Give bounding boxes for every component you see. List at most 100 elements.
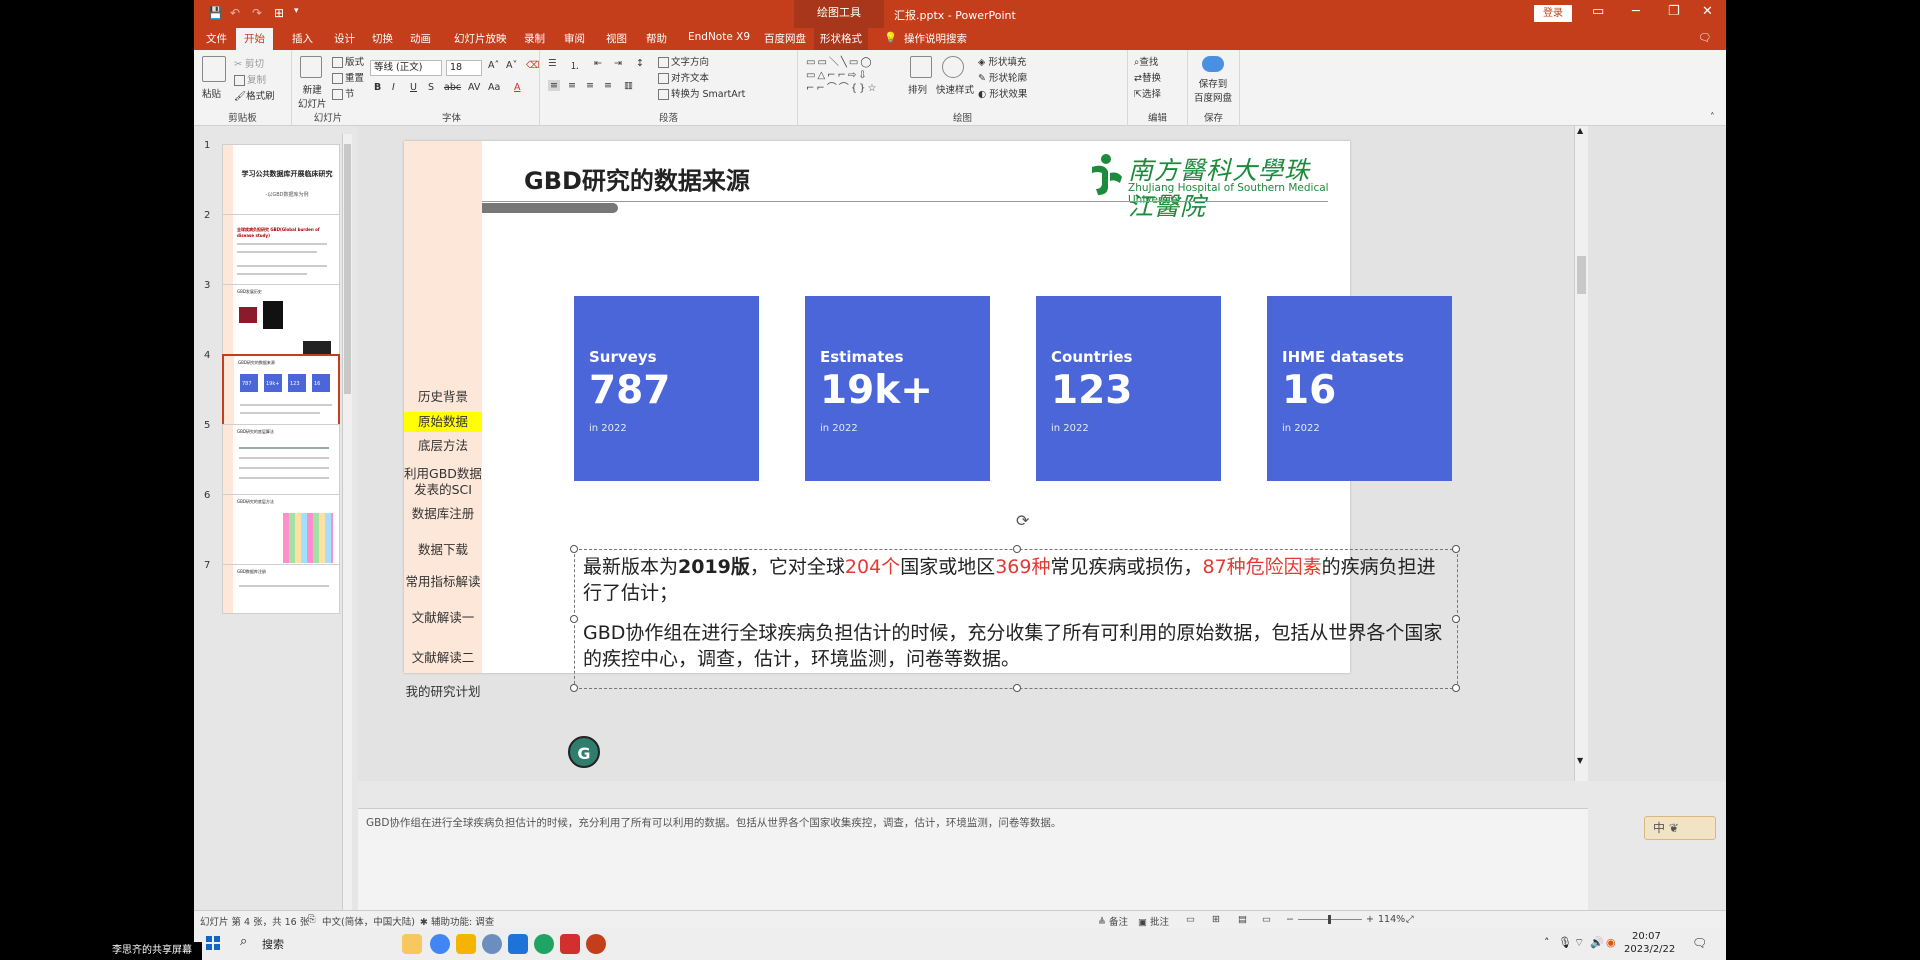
tab-view[interactable]: 视图 [606,31,627,46]
resize-handle[interactable] [570,545,578,553]
underline-icon[interactable]: U [410,82,417,93]
maximize-icon[interactable]: ❐ [1668,4,1680,19]
align-right-icon[interactable]: ≡ [586,80,594,91]
shape-effects-button[interactable]: ◐ 形状效果 [978,86,1027,100]
nav-raw-data[interactable]: 原始数据 [404,412,482,432]
nav-indicators[interactable]: 常用指标解读 [404,574,482,590]
tab-design[interactable]: 设计 [334,31,355,46]
find-button[interactable]: ⌕查找 [1134,54,1158,68]
arrange-icon[interactable] [910,56,932,78]
quick-styles-button[interactable]: 快速样式 [936,82,974,96]
tab-transitions[interactable]: 切换 [372,31,393,46]
smartart-button[interactable]: 转换为 SmartArt [658,86,745,100]
resize-handle[interactable] [1452,545,1460,553]
replace-button[interactable]: ⇄替换 [1134,70,1161,84]
taskbar-time[interactable]: 20:07 [1632,931,1661,942]
notes-toggle[interactable]: ≜ 备注 [1098,914,1128,928]
zoom-level[interactable]: 114% [1378,914,1405,925]
scroll-thumb[interactable] [1577,256,1586,294]
align-left-icon[interactable]: ≡ [548,80,560,91]
notification-icon[interactable]: 🗨 [1692,936,1707,950]
save-to-baidu-button[interactable]: 保存到 百度网盘 [1194,76,1232,104]
shape-outline-button[interactable]: ✎ 形状轮廓 [978,70,1027,84]
resize-handle[interactable] [1013,684,1021,692]
tab-review[interactable]: 审阅 [564,31,585,46]
customize-icon[interactable]: ▾ [294,6,299,16]
tab-record[interactable]: 录制 [524,31,545,46]
resize-handle[interactable] [1452,615,1460,623]
file-explorer-icon[interactable] [456,934,476,954]
thumbnails-scrollbar[interactable] [342,134,352,910]
close-icon[interactable]: ✕ [1702,4,1713,19]
thumbnail-slide-2[interactable]: 全球疾病负担研究 GBD(Global burden of disease st… [222,214,340,294]
tab-baidu[interactable]: 百度网盘 [764,31,806,46]
new-slide-button[interactable]: 新建 幻灯片 [298,82,327,110]
shapes-gallery[interactable]: ▭▭＼╲▭◯ ▭△⌐⌐⇨⇩ ⌐⌐⌒⌒{}☆ [806,56,900,96]
save-icon[interactable]: 💾 [208,6,223,20]
login-button[interactable]: 登录 [1534,5,1572,22]
start-from-beginning-icon[interactable]: ⊞ [274,6,284,20]
mic-icon[interactable]: 🎙 [1558,936,1572,949]
acrobat-icon[interactable] [560,934,580,954]
strikethrough-icon[interactable]: abc [444,82,461,93]
clear-format-icon[interactable]: ⌫ [526,60,539,71]
antivirus-icon[interactable]: ◉ [1606,936,1616,949]
app-r-icon[interactable] [482,934,502,954]
powerpoint-icon[interactable] [586,934,606,954]
slide-sorter-icon[interactable]: ⊞ [1212,914,1220,925]
scroll-thumb[interactable] [344,144,351,394]
collapse-ribbon-icon[interactable]: ˄ [1710,112,1715,123]
paste-button[interactable]: 粘贴 [202,86,221,100]
comments-icon[interactable]: 🗨 [1698,31,1711,44]
arrange-button[interactable]: 排列 [908,82,927,96]
layout-button[interactable]: 版式 [332,54,364,68]
italic-icon[interactable]: I [392,82,395,93]
font-name-select[interactable]: 等线 (正文) [370,60,442,76]
network-icon[interactable]: ⌔ [1574,936,1584,950]
new-slide-icon[interactable] [300,56,322,78]
nav-history[interactable]: 历史背景 [404,389,482,405]
slide-canvas[interactable]: 历史背景 原始数据 底层方法 利用GBD数据发表的SCI 数据库注册 数据下载 … [404,141,1460,768]
language-status[interactable]: 中文(简体，中国大陆) [322,914,415,928]
nav-register[interactable]: 数据库注册 [404,506,482,522]
nav-sci[interactable]: 利用GBD数据发表的SCI [404,466,482,498]
stat-card-estimates[interactable]: Estimates 19k+ in 2022 [805,296,990,481]
editor-scrollbar[interactable]: ▲ ▼ [1574,126,1588,781]
normal-view-icon[interactable]: ▭ [1186,914,1195,925]
notes-pane[interactable]: GBD协作组在进行全球疾病负担估计的时候，充分利用了所有可以利用的数据。包括从世… [358,808,1588,910]
scroll-up-icon[interactable]: ▲ [1577,126,1583,135]
char-spacing-icon[interactable]: AV [468,82,480,93]
align-text-button[interactable]: 对齐文本 [658,70,709,84]
thumbnail-slide-5[interactable]: GBD研究的底层算法 [222,424,340,504]
line-spacing-icon[interactable]: ↕ [636,58,644,69]
align-center-icon[interactable]: ≡ [568,80,576,91]
nav-lit-2[interactable]: 文献解读二 [404,650,482,666]
bullets-icon[interactable]: ☰ [548,58,557,69]
chrome-icon[interactable] [430,934,450,954]
thumbnail-slide-3[interactable]: GBD发展历史 [222,284,340,364]
nav-download[interactable]: 数据下载 [404,542,482,558]
quick-styles-icon[interactable] [942,56,964,78]
zoom-in-icon[interactable]: + [1366,914,1374,925]
section-button[interactable]: 节 [332,86,355,100]
stat-card-countries[interactable]: Countries 123 in 2022 [1036,296,1221,481]
cut-button[interactable]: ✂ 剪切 [234,56,264,70]
tell-me-search[interactable]: 操作说明搜索 [904,31,967,46]
format-painter-button[interactable]: 🖌格式刷 [234,88,275,102]
font-color-icon[interactable]: A [514,82,521,93]
edge-icon[interactable] [534,934,554,954]
tab-slideshow[interactable]: 幻灯片放映 [454,31,507,46]
reset-button[interactable]: 重置 [332,70,364,84]
thumbnail-slide-6[interactable]: GBD研究的底层方法 [222,494,340,574]
ribbon-display-icon[interactable]: ▭ [1592,4,1604,19]
zoom-slider-thumb[interactable] [1328,915,1331,924]
resize-handle[interactable] [1013,545,1021,553]
thumbnail-slide-7[interactable]: GBD数据库注册 [222,564,340,614]
volume-icon[interactable]: 🔊 [1590,936,1604,949]
tab-help[interactable]: 帮助 [646,31,667,46]
nav-lit-1[interactable]: 文献解读一 [404,610,482,626]
accessibility-status[interactable]: ✱ 辅助功能: 调查 [420,914,494,928]
grow-font-icon[interactable]: A˄ [488,60,499,71]
slideshow-icon[interactable]: ▭ [1262,914,1271,925]
windows-start-icon[interactable] [206,936,220,950]
